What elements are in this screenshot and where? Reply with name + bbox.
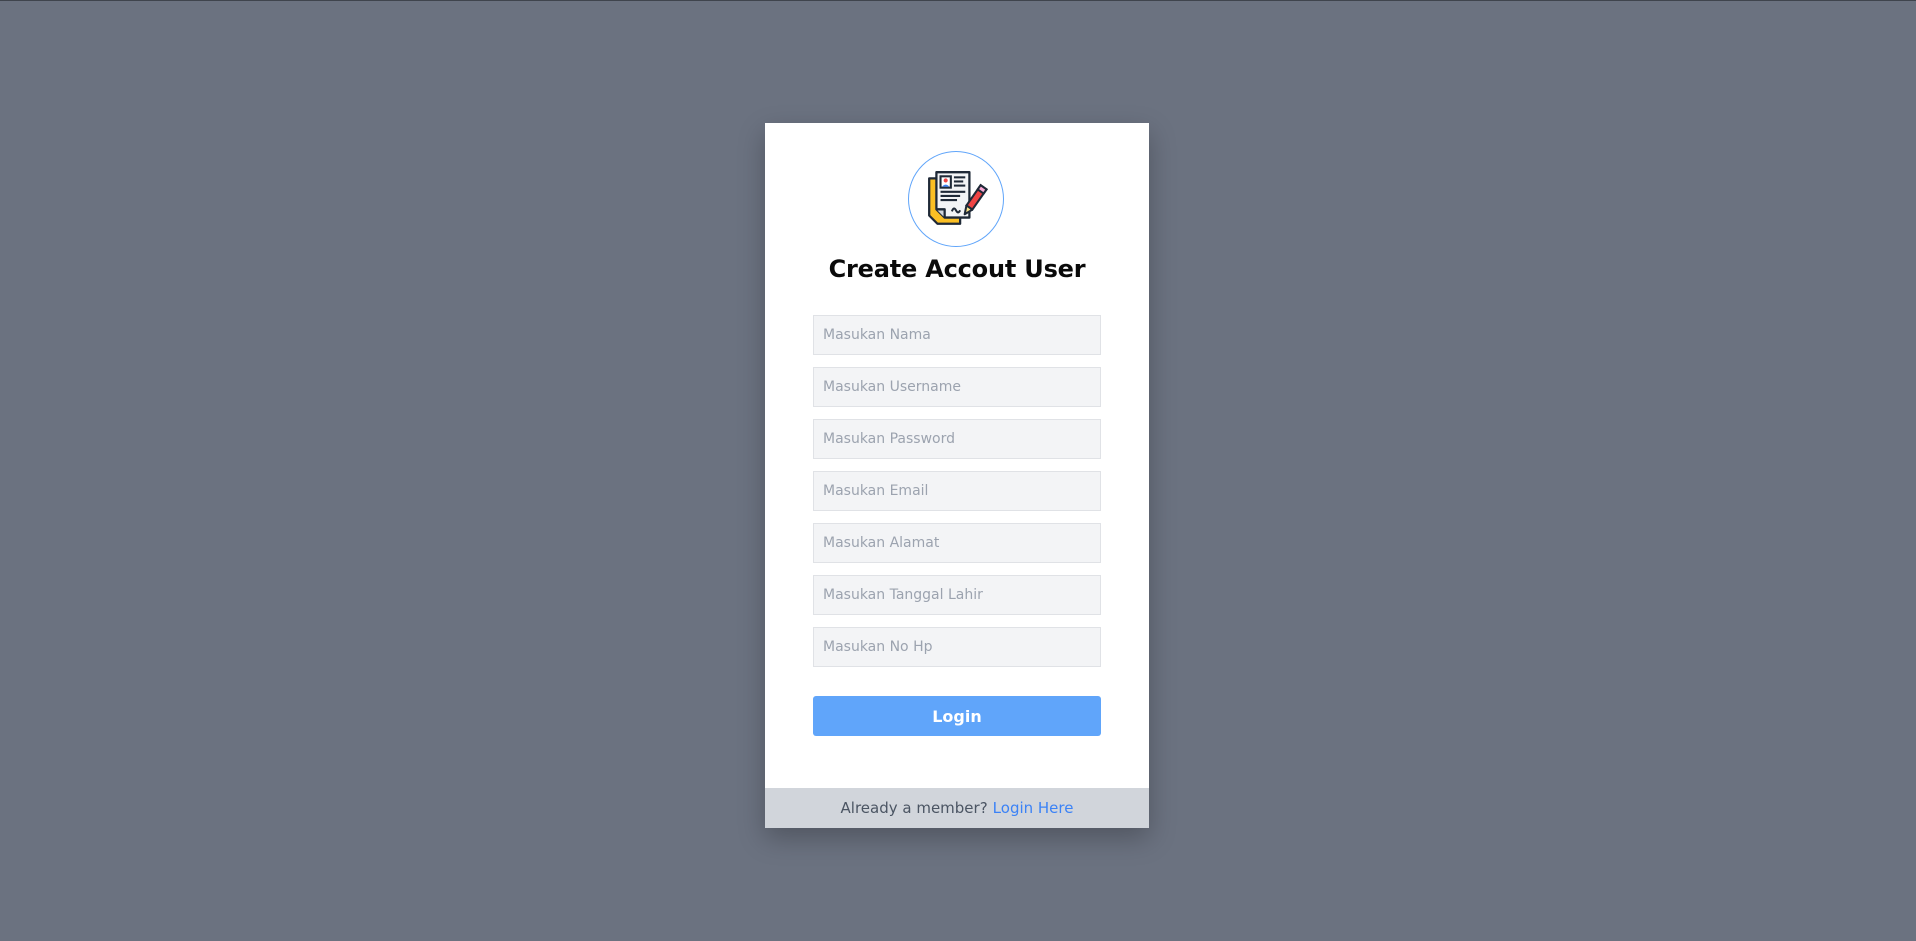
email-field[interactable] (813, 471, 1101, 511)
nama-field[interactable] (813, 315, 1101, 355)
tanggal-lahir-field[interactable] (813, 575, 1101, 615)
logo (908, 151, 1004, 247)
alamat-field[interactable] (813, 523, 1101, 563)
document-contract-icon (928, 171, 988, 225)
password-field[interactable] (813, 419, 1101, 459)
page-title: Create Accout User (828, 255, 1086, 283)
login-here-link[interactable]: Login Here (993, 799, 1074, 817)
footer: Already a member? Login Here (765, 788, 1149, 828)
register-card: Create Accout User Login Already a membe… (765, 123, 1149, 828)
no-hp-field[interactable] (813, 627, 1101, 667)
footer-prompt: Already a member? (840, 799, 988, 817)
username-field[interactable] (813, 367, 1101, 407)
login-button[interactable]: Login (813, 696, 1101, 736)
